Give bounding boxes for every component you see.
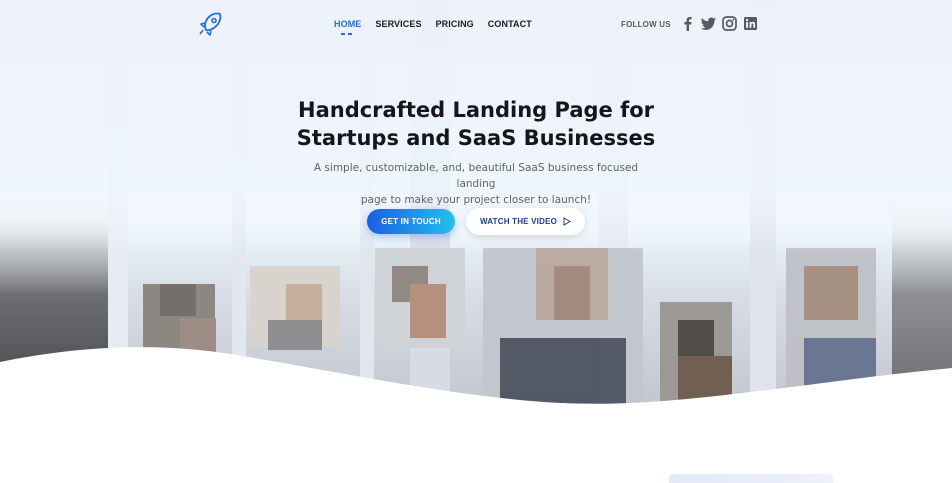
nav-item-services[interactable]: SERVICES [375,19,421,29]
main-nav: HOME SERVICES PRICING CONTACT [334,19,546,35]
facebook-icon[interactable] [679,15,696,32]
hero-headline-line2: Startups and SaaS Businesses [296,126,656,150]
follow-us-label: FOLLOW US [621,20,671,29]
hero-headline: Handcrafted Landing Page for Startups an… [276,96,676,152]
watch-video-button[interactable]: WATCH THE VIDEO [466,208,585,235]
hero-subtext-line2: page to make your project closer to laun… [360,194,592,206]
hero-subtext-line1: A simple, customizable, and, beautiful S… [313,162,639,190]
nav-item-pricing[interactable]: PRICING [436,19,474,29]
rocket-logo-icon[interactable] [198,11,224,37]
nav-item-home[interactable]: HOME [334,19,361,35]
hero-wave-divider [0,347,952,420]
play-icon [563,217,572,226]
watch-video-label: WATCH THE VIDEO [479,217,558,226]
nav-item-contact[interactable]: CONTACT [488,19,532,29]
linkedin-icon[interactable] [742,15,759,32]
hero-subtext: A simple, customizable, and, beautiful S… [296,160,656,208]
twitter-icon[interactable] [700,15,717,32]
instagram-icon[interactable] [721,15,738,32]
social-links: FOLLOW US [621,15,763,32]
hero-headline-line1: Handcrafted Landing Page for [298,98,654,122]
feature-card-peek [669,474,833,483]
site-header: HOME SERVICES PRICING CONTACT FOLLOW US [0,0,952,50]
get-in-touch-button[interactable]: GET IN TOUCH [367,209,455,234]
